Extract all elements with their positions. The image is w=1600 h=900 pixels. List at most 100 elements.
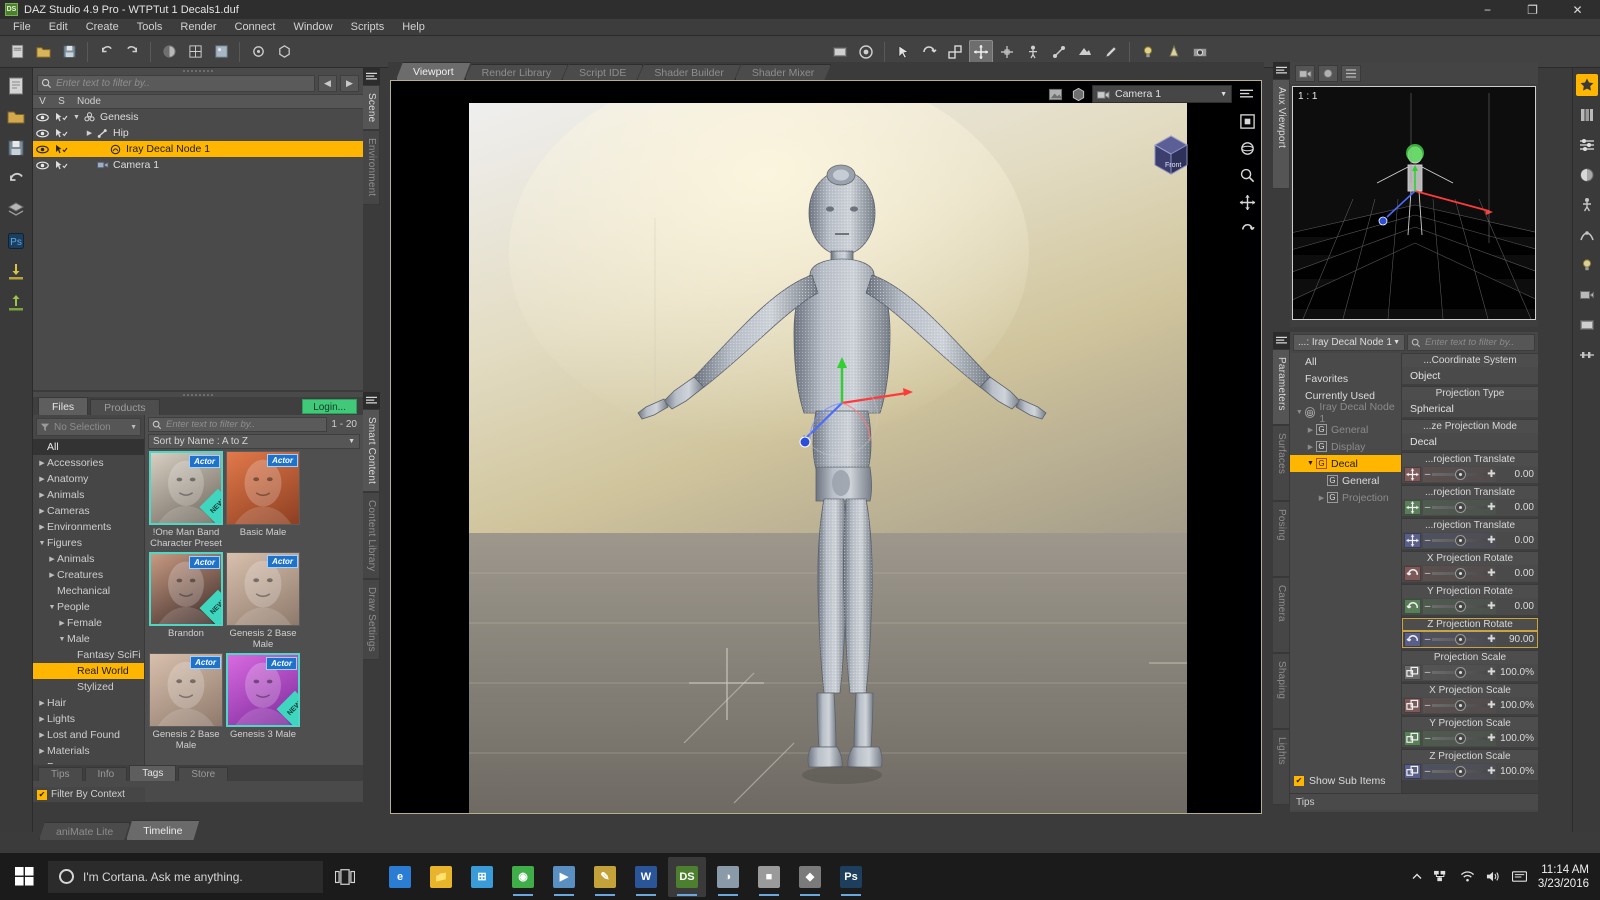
property-slider-row[interactable]: –✚0.00 — [1402, 499, 1538, 516]
category-lights[interactable]: ▶Lights — [33, 711, 144, 727]
menu-item-window[interactable]: Window — [284, 19, 341, 36]
disclosure-arrow-icon[interactable]: ▶ — [37, 747, 47, 755]
tab-posing[interactable]: Posing — [1273, 501, 1290, 577]
tab-timeline[interactable]: Timeline — [126, 820, 199, 840]
disclosure-arrow-icon[interactable]: ▼ — [57, 636, 67, 643]
tab-smart-content[interactable]: Smart Content — [363, 409, 380, 492]
slider-knob[interactable] — [1455, 700, 1466, 711]
disclosure-arrow-icon[interactable]: ▶ — [1305, 443, 1316, 451]
disclosure-arrow-icon[interactable]: ▶ — [37, 523, 47, 531]
eye-icon[interactable] — [33, 129, 52, 138]
tab-tips[interactable]: Tips — [38, 767, 83, 781]
menu-item-scripts[interactable]: Scripts — [342, 19, 394, 36]
joint-editor-icon[interactable] — [246, 40, 270, 64]
tab-files[interactable]: Files — [38, 397, 88, 415]
property-slider[interactable]: –✚ — [1423, 632, 1496, 647]
pointer-icon[interactable] — [52, 160, 71, 170]
slider-knob[interactable] — [1455, 535, 1466, 546]
filter-by-context-toggle[interactable]: ✔ Filter By Context — [33, 787, 145, 802]
photoshop-bridge-icon[interactable]: Ps — [4, 229, 28, 253]
save-file-icon[interactable] — [4, 136, 28, 160]
category-figures[interactable]: ▼Figures — [33, 535, 144, 551]
view-orientation-cube[interactable]: Front — [1145, 129, 1197, 181]
decrement-button[interactable]: – — [1423, 667, 1432, 678]
content-library-rail-icon[interactable] — [1576, 104, 1598, 126]
viewport-pan-icon[interactable] — [1237, 192, 1257, 212]
category-female[interactable]: ▶Female — [33, 615, 144, 631]
open-file-icon[interactable] — [4, 105, 28, 129]
asset-item[interactable]: ActorNEWGenesis 3 Male — [226, 653, 300, 751]
category-animals[interactable]: ▶Animals — [33, 487, 144, 503]
decrement-button[interactable]: – — [1423, 568, 1432, 579]
slider-track[interactable] — [1432, 638, 1487, 641]
property-slider-row[interactable]: –✚0.00 — [1402, 466, 1538, 483]
disclosure-arrow-icon[interactable]: ▶ — [37, 491, 47, 499]
asset-item[interactable]: ActorBasic Male — [226, 451, 300, 549]
viewport-scene-ball-icon[interactable] — [1069, 85, 1087, 103]
network-adapter-icon[interactable] — [1434, 870, 1449, 883]
scale-tool-icon[interactable] — [943, 40, 967, 64]
property-value[interactable]: 0.00 — [1498, 469, 1536, 480]
viewport-zoom-icon[interactable] — [1237, 165, 1257, 185]
category-fantasy-scifi[interactable]: Fantasy SciFi — [33, 647, 144, 663]
category-mechanical[interactable]: Mechanical — [33, 583, 144, 599]
decrement-button[interactable]: – — [1423, 601, 1432, 612]
aux-display-style-icon[interactable] — [1318, 65, 1338, 82]
eye-icon[interactable] — [33, 113, 52, 122]
property-value[interactable]: 100.0% — [1498, 766, 1536, 777]
menu-item-connect[interactable]: Connect — [226, 19, 285, 36]
param-group-display[interactable]: ▶GDisplay — [1290, 438, 1401, 455]
scene-node-iray-decal-node-1[interactable]: Iray Decal Node 1 — [33, 141, 363, 157]
surface-selection-icon[interactable] — [1073, 40, 1097, 64]
powerpose-tool-icon[interactable] — [1047, 40, 1071, 64]
property-slider-row[interactable]: –✚100.0% — [1402, 697, 1538, 714]
disclosure-arrow-icon[interactable]: ▼ — [47, 604, 57, 611]
scene-next-button[interactable]: ▶ — [340, 75, 359, 92]
disclosure-arrow-icon[interactable]: ▶ — [47, 571, 57, 579]
eye-icon[interactable] — [33, 145, 52, 154]
slider-track[interactable] — [1432, 473, 1487, 476]
action-center-icon[interactable] — [1512, 870, 1527, 883]
undo-rail-icon[interactable] — [4, 167, 28, 191]
panel-menu-icon[interactable] — [1273, 332, 1290, 349]
pointer-icon[interactable] — [52, 144, 71, 154]
panel-menu-icon[interactable] — [363, 68, 380, 85]
disclosure-arrow-icon[interactable]: ▶ — [37, 699, 47, 707]
eye-icon[interactable] — [33, 161, 52, 170]
asset-item[interactable]: ActorNEW!One Man Band Character Preset — [149, 451, 223, 549]
render-settings-icon[interactable] — [828, 40, 852, 64]
category-animals[interactable]: ▶Animals — [33, 551, 144, 567]
shaping-rail-icon[interactable] — [1576, 224, 1598, 246]
texture-shaded-icon[interactable] — [209, 40, 233, 64]
slider-track[interactable] — [1432, 770, 1487, 773]
property-slider[interactable]: –✚ — [1423, 698, 1496, 713]
tab-parameters[interactable]: Parameters — [1273, 349, 1290, 425]
asset-item[interactable]: ActorGenesis 2 Base Male — [149, 653, 223, 751]
increment-button[interactable]: ✚ — [1487, 733, 1496, 744]
file-explorer-icon[interactable]: 📁 — [422, 857, 460, 897]
property-value[interactable]: 100.0% — [1498, 667, 1536, 678]
smart-content-rail-icon[interactable] — [1576, 74, 1598, 96]
pointer-icon[interactable] — [52, 128, 71, 138]
camera-rail-icon[interactable] — [1576, 284, 1598, 306]
property-slider-row[interactable]: –✚100.0% — [1402, 730, 1538, 747]
spot-render-icon[interactable] — [854, 40, 878, 64]
property-slider-row[interactable]: –✚100.0% — [1402, 763, 1538, 780]
category-all[interactable]: All — [33, 439, 144, 455]
category-materials[interactable]: ▶Materials — [33, 743, 144, 759]
activepose-tool-icon[interactable] — [1021, 40, 1045, 64]
aux-viewport-canvas[interactable]: 1 : 1 — [1292, 86, 1536, 320]
import-icon[interactable] — [4, 260, 28, 284]
slider-track[interactable] — [1432, 572, 1487, 575]
bryce-icon[interactable]: ◆ — [791, 857, 829, 897]
smooth-shaded-icon[interactable] — [157, 40, 181, 64]
scene-node-hip[interactable]: ▶Hip — [33, 125, 363, 141]
taskbar-clock[interactable]: 11:14 AM 3/23/2016 — [1538, 863, 1589, 891]
property-value[interactable]: 0.00 — [1498, 502, 1536, 513]
slider-knob[interactable] — [1455, 667, 1466, 678]
increment-button[interactable]: ✚ — [1487, 568, 1496, 579]
category-stylized[interactable]: Stylized — [33, 679, 144, 695]
paint-icon[interactable]: ✎ — [586, 857, 624, 897]
disclosure-arrow-icon[interactable]: ▶ — [1316, 494, 1327, 502]
volume-icon[interactable] — [1486, 870, 1501, 883]
